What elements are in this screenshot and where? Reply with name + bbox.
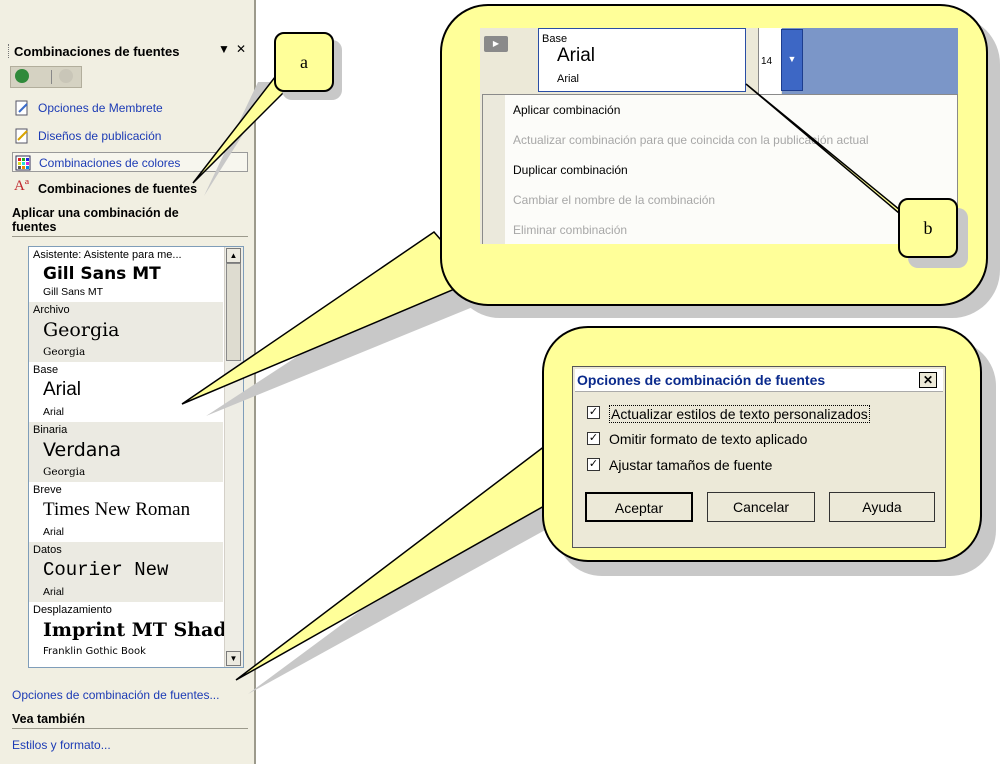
callout-label-b: b	[898, 198, 958, 258]
callout-b-pointer	[745, 83, 913, 225]
